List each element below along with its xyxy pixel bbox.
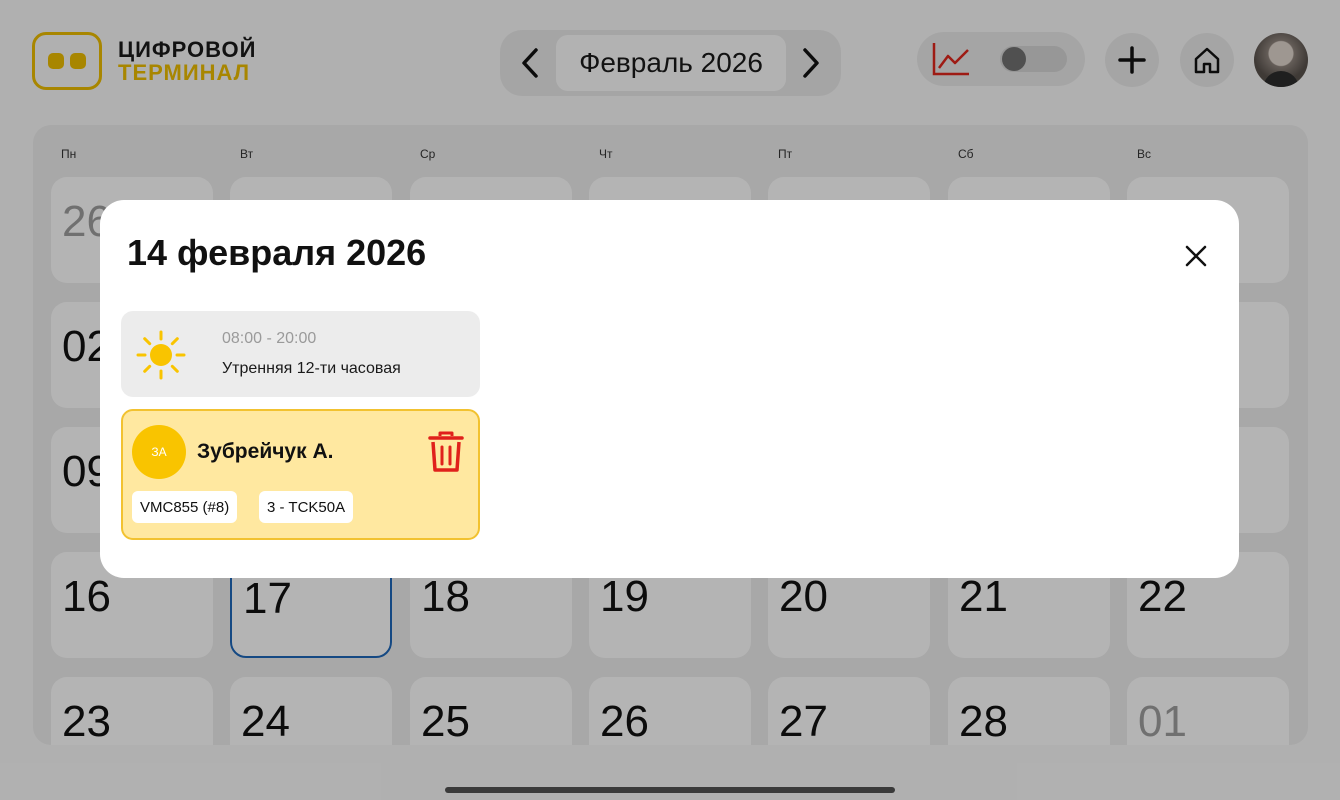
modal-title: 14 февраля 2026	[127, 232, 427, 273]
home-indicator	[445, 787, 895, 793]
employee-assignment-card[interactable]: ЗА Зубрейчук А. VMC855 (#8) 3 - TCK50A	[121, 409, 480, 540]
shift-time: 08:00 - 20:00	[222, 330, 317, 347]
close-icon	[1185, 245, 1207, 267]
position-tag: 3 - TCK50A	[259, 491, 354, 523]
machine-tag: VMC855 (#8)	[132, 491, 238, 523]
employee-initials-avatar: ЗА	[132, 425, 186, 479]
day-details-modal: 14 февраля 2026 08:00 - 20:00 Утренняя 1…	[100, 200, 1239, 578]
close-button[interactable]	[1180, 240, 1212, 272]
sun-icon	[136, 330, 186, 380]
shift-card[interactable]: 08:00 - 20:00 Утренняя 12-ти часовая	[121, 311, 480, 397]
shift-name: Утренняя 12-ти часовая	[222, 360, 401, 377]
trash-icon	[428, 431, 464, 472]
employee-name: Зубрейчук А.	[197, 440, 334, 463]
delete-assignment-button[interactable]	[425, 429, 467, 475]
